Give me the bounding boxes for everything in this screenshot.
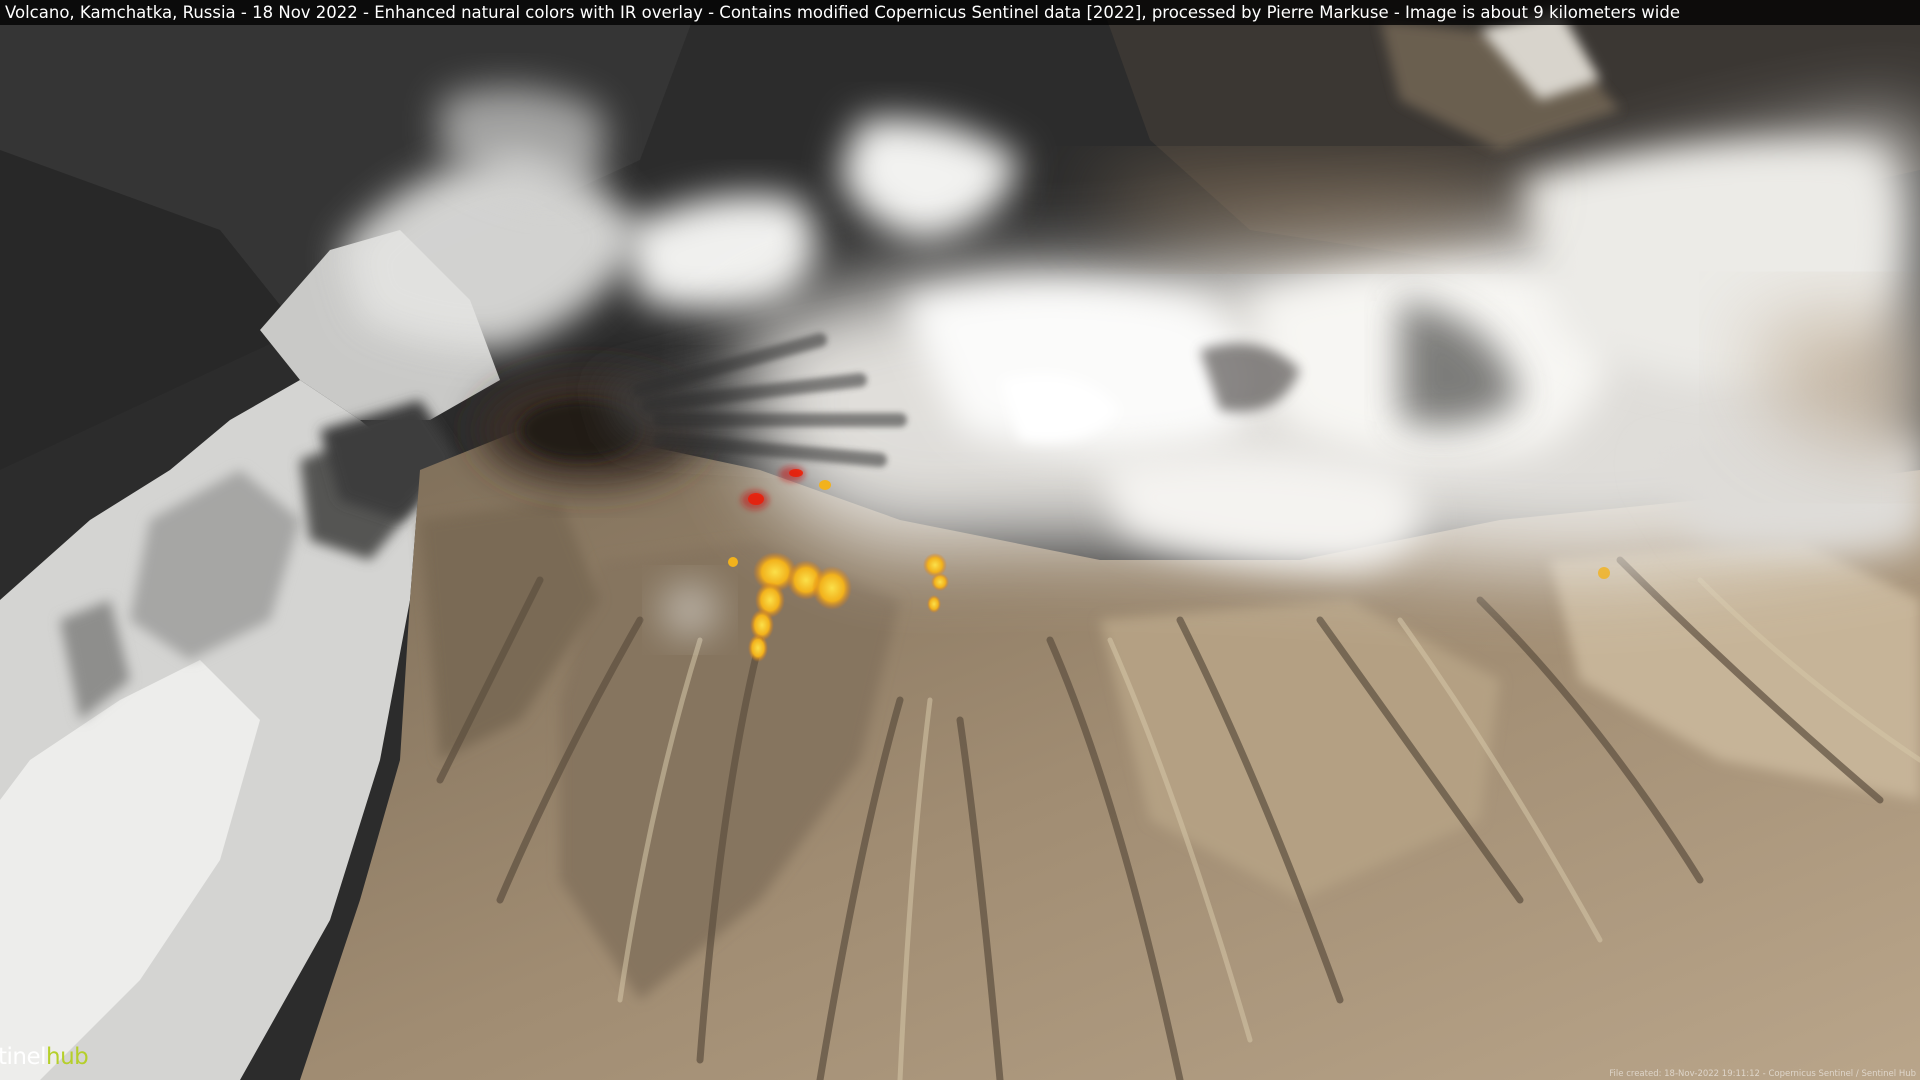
satellite-image bbox=[0, 0, 1920, 1080]
sentinel-hub-logo: tinelhub bbox=[0, 1044, 89, 1070]
file-created-note: File created: 18-Nov-2022 19:11:12 - Cop… bbox=[1609, 1069, 1916, 1079]
image-caption: Volcano, Kamchatka, Russia - 18 Nov 2022… bbox=[0, 0, 1920, 25]
satellite-image-view: Volcano, Kamchatka, Russia - 18 Nov 2022… bbox=[0, 0, 1920, 1080]
logo-text-part2: hub bbox=[46, 1044, 89, 1070]
logo-text-part1: tinel bbox=[0, 1044, 47, 1070]
